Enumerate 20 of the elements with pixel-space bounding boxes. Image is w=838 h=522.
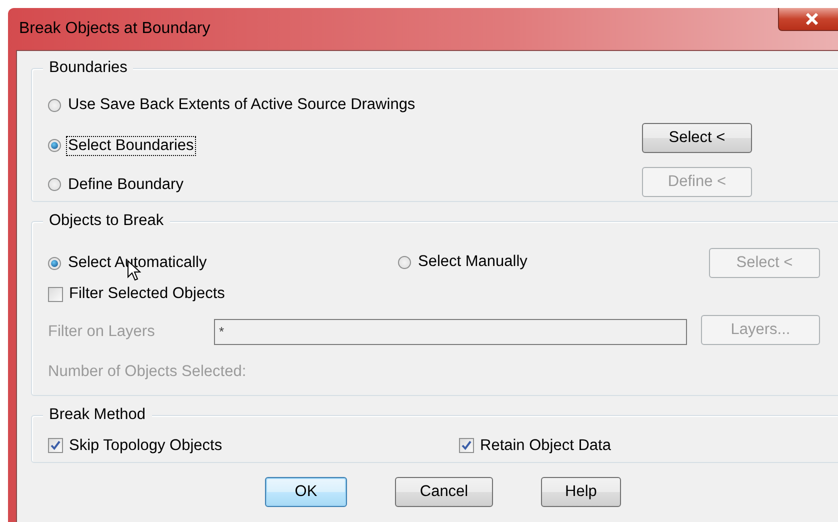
checkbox[interactable]: Skip Topology Objects <box>48 436 222 456</box>
close-button[interactable] <box>778 8 838 31</box>
window-title: Break Objects at Boundary <box>18 20 210 38</box>
dialog-button[interactable]: Cancel <box>395 477 493 507</box>
radio-option[interactable]: Define Boundary <box>48 174 184 194</box>
radio-option[interactable]: Select Manually <box>398 252 528 272</box>
dialog-button[interactable]: Select < <box>642 123 752 153</box>
dialog-button[interactable]: Help <box>541 477 621 507</box>
dialog-button[interactable]: OK <box>265 477 347 507</box>
radio-option[interactable]: Use Save Back Extents of Active Source Drawings <box>48 95 416 115</box>
checkmark-icon <box>461 440 472 451</box>
checkbox[interactable]: Filter Selected Objects <box>48 284 225 304</box>
close-icon <box>805 13 819 25</box>
checkmark-icon <box>50 440 61 451</box>
field-label: Filter on Layers <box>48 322 156 340</box>
group-title: Objects to Break <box>43 211 170 231</box>
radio-option[interactable]: Select Automatically <box>48 253 208 273</box>
count-label: Number of Objects Selected: <box>48 362 246 380</box>
radio-option[interactable]: Select Boundaries <box>48 136 195 156</box>
checkbox[interactable]: Retain Object Data <box>459 436 611 456</box>
